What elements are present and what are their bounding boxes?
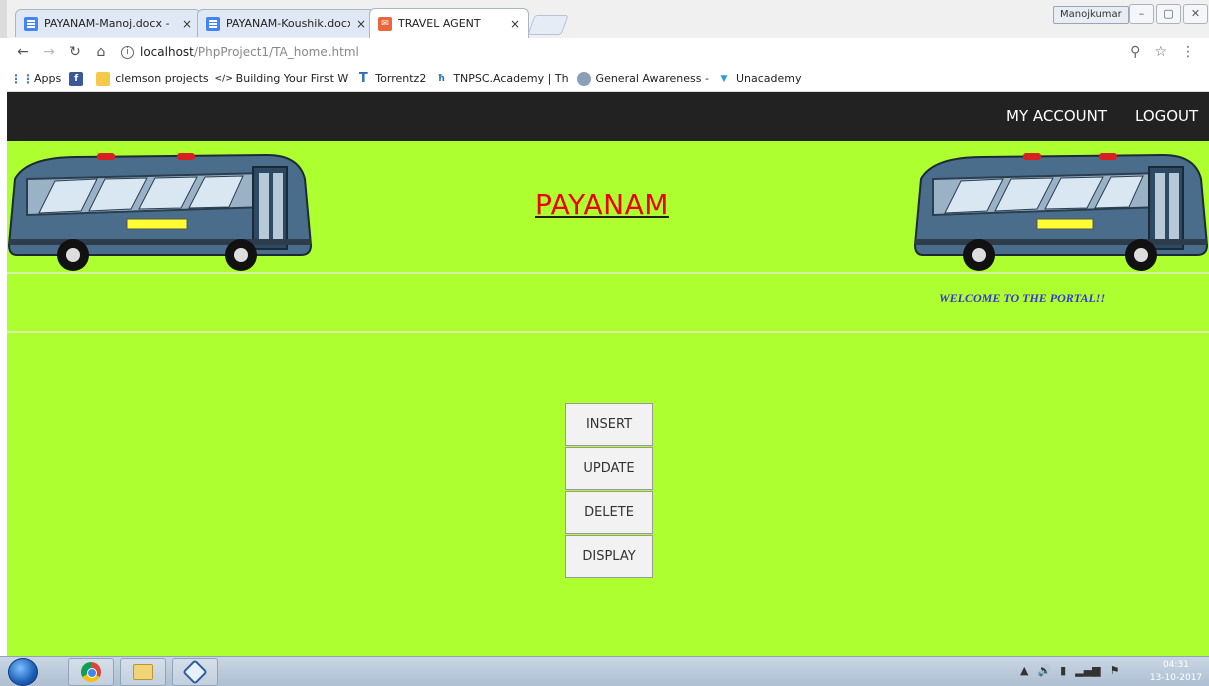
- profile-chip[interactable]: Manojkumar: [1053, 6, 1129, 24]
- home-icon[interactable]: ⌂: [91, 44, 111, 60]
- divider: [7, 331, 1209, 333]
- forward-arrow-icon[interactable]: →: [39, 44, 59, 60]
- file-explorer-icon: [133, 664, 153, 680]
- action-button-group: INSERT UPDATE DELETE DISPLAY: [565, 403, 653, 579]
- my-account-link[interactable]: MY ACCOUNT: [1006, 107, 1107, 125]
- tab-label: PAYANAM-Manoj.docx -: [44, 17, 170, 30]
- tab-payanam-koushik[interactable]: PAYANAM-Koushik.docx ×: [197, 9, 375, 37]
- bookmark-label: clemson projects: [115, 72, 209, 85]
- page-body: MY ACCOUNT LOGOUT PAYANAM WELCOME TO THE…: [7, 92, 1209, 656]
- update-button[interactable]: UPDATE: [565, 447, 653, 490]
- bookmark-label: General Awareness -: [595, 72, 709, 85]
- extension-icon[interactable]: ⚲: [1130, 44, 1140, 60]
- system-tray: ▲ 🔊 ▮ ▂▄▆ ⚑: [1020, 664, 1120, 677]
- url-host: localhost: [140, 45, 194, 59]
- insert-button[interactable]: INSERT: [565, 403, 653, 446]
- bus-image-left: [7, 153, 313, 271]
- bookmark-building[interactable]: </> Building Your First W: [214, 72, 349, 86]
- close-icon[interactable]: ×: [510, 17, 520, 31]
- info-icon[interactable]: i: [121, 45, 134, 59]
- unacademy-icon: ▼: [720, 73, 728, 84]
- bookmarks-bar: ⋮⋮ Apps f clemson projects </> Building Yo…: [7, 66, 1209, 92]
- bookmark-label: Apps: [34, 72, 62, 85]
- travel-agent-favicon: ✉: [378, 16, 392, 31]
- taskbar-clock[interactable]: 04:31 13-10-2017: [1148, 659, 1204, 685]
- maximize-button[interactable]: ▢: [1156, 4, 1181, 24]
- clock-date: 13-10-2017: [1149, 673, 1203, 683]
- volume-icon[interactable]: 🔊: [1037, 664, 1051, 677]
- tab-label: TRAVEL AGENT: [398, 17, 481, 30]
- start-button[interactable]: [8, 658, 38, 686]
- address-bar[interactable]: i localhost/PhpProject1/TA_home.html: [121, 41, 1130, 63]
- bookmark-torrentz[interactable]: T Torrentz2: [356, 71, 427, 86]
- box-app-icon: [182, 659, 208, 685]
- docs-icon: [206, 16, 220, 31]
- taskbar-chrome[interactable]: [68, 658, 114, 686]
- tab-travel-agent[interactable]: ✉ TRAVEL AGENT ×: [369, 8, 529, 38]
- bus-image-right: [913, 153, 1209, 271]
- welcome-message: WELCOME TO THE PORTAL!!: [939, 291, 1106, 305]
- show-hidden-icons-icon[interactable]: ▲: [1020, 664, 1028, 677]
- browser-toolbar: ← → ↻ ⌂ i localhost/PhpProject1/TA_home.…: [7, 38, 1209, 66]
- bookmark-label: Torrentz2: [375, 72, 427, 85]
- bookmark-clemson[interactable]: clemson projects: [96, 71, 209, 86]
- new-tab-button[interactable]: [527, 15, 569, 35]
- close-window-button[interactable]: ✕: [1183, 4, 1208, 24]
- battery-icon[interactable]: ▮: [1060, 664, 1066, 677]
- bookmark-label: Building Your First W: [235, 72, 349, 85]
- display-button[interactable]: DISPLAY: [565, 535, 653, 578]
- windows-taskbar: ▲ 🔊 ▮ ▂▄▆ ⚑ 04:31 13-10-2017: [0, 656, 1209, 686]
- torrentz-icon: T: [358, 71, 368, 86]
- tab-payanam-manoj[interactable]: PAYANAM-Manoj.docx - ×: [15, 9, 201, 37]
- logout-link[interactable]: LOGOUT: [1135, 107, 1198, 125]
- divider: [7, 272, 1209, 274]
- close-icon[interactable]: ×: [356, 17, 366, 31]
- window-controls: – ▢ ✕: [1129, 4, 1208, 24]
- menu-kebab-icon[interactable]: ⋮: [1181, 44, 1195, 60]
- site-header: PAYANAM: [7, 141, 1209, 274]
- close-icon[interactable]: ×: [182, 17, 192, 31]
- general-awareness-icon: [576, 71, 591, 86]
- code-icon: </>: [214, 73, 233, 84]
- browser-tab-strip: PAYANAM-Manoj.docx - × PAYANAM-Koushik.d…: [0, 0, 1209, 38]
- docs-icon: [24, 16, 38, 31]
- clock-time: 04:31: [1163, 660, 1189, 670]
- bookmark-facebook[interactable]: f: [69, 71, 88, 86]
- chrome-icon: [81, 662, 101, 682]
- url-path: /PhpProject1/TA_home.html: [193, 45, 359, 59]
- bookmark-apps[interactable]: ⋮⋮ Apps: [10, 71, 62, 86]
- minimize-button[interactable]: –: [1129, 4, 1154, 24]
- bookmark-tnpsc[interactable]: ħ TNPSC.Academy | Th: [434, 72, 569, 86]
- tnpsc-icon: ħ: [437, 73, 445, 84]
- folder-icon: [96, 71, 111, 86]
- action-center-icon[interactable]: ⚑: [1110, 664, 1120, 677]
- top-navbar: MY ACCOUNT LOGOUT: [7, 92, 1209, 141]
- bookmark-general-awareness[interactable]: General Awareness -: [576, 71, 709, 86]
- apps-grid-icon: ⋮⋮: [10, 71, 34, 86]
- back-arrow-icon[interactable]: ←: [13, 44, 33, 60]
- facebook-icon: f: [69, 71, 84, 86]
- taskbar-explorer[interactable]: [120, 658, 166, 686]
- reload-icon[interactable]: ↻: [65, 44, 85, 60]
- taskbar-virtualbox[interactable]: [172, 658, 218, 686]
- bookmark-star-icon[interactable]: ☆: [1154, 44, 1167, 60]
- bookmark-label: Unacademy: [735, 72, 802, 85]
- bookmark-unacademy[interactable]: ▼ Unacademy: [717, 72, 802, 86]
- bookmark-label: TNPSC.Academy | Th: [453, 72, 569, 85]
- network-icon[interactable]: ▂▄▆: [1075, 664, 1100, 677]
- tab-label: PAYANAM-Koushik.docx: [226, 17, 350, 30]
- delete-button[interactable]: DELETE: [565, 491, 653, 534]
- site-title[interactable]: PAYANAM: [535, 188, 669, 221]
